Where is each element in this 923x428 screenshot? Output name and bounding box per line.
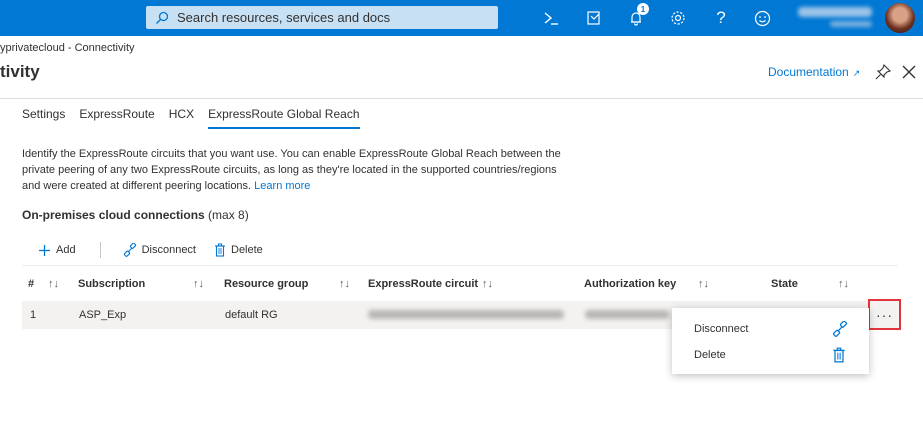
documentation-label: Documentation <box>768 65 849 79</box>
disconnect-label: Disconnect <box>141 244 196 256</box>
column-header-number[interactable]: # <box>28 278 34 290</box>
more-actions-button[interactable]: ··· <box>868 299 901 330</box>
account-name[interactable] <box>792 6 886 30</box>
delete-label: Delete <box>231 244 263 256</box>
directory-filter-icon[interactable] <box>583 7 605 29</box>
context-menu: Disconnect Delete <box>672 308 869 374</box>
toolbar-separator <box>99 242 101 258</box>
trash-icon[interactable] <box>832 347 848 363</box>
feedback-icon[interactable] <box>751 7 773 29</box>
tab-expressroute-global-reach[interactable]: ExpressRoute Global Reach <box>208 107 360 129</box>
tab-expressroute[interactable]: ExpressRoute <box>79 107 154 129</box>
account-directory-redacted <box>830 21 872 27</box>
notification-badge: 1 <box>637 3 649 15</box>
column-header-resource-group[interactable]: Resource group <box>224 278 308 290</box>
section-title-suffix: (max 8) <box>208 208 249 222</box>
sort-icon[interactable]: ↑↓ <box>698 278 709 290</box>
documentation-link[interactable]: Documentation ↗ <box>768 65 860 79</box>
tab-hcx[interactable]: HCX <box>169 107 194 129</box>
sort-icon[interactable]: ↑↓ <box>838 278 849 290</box>
settings-icon[interactable] <box>667 7 689 29</box>
search-icon <box>155 11 169 25</box>
tab-bar: Settings ExpressRoute HCX ExpressRoute G… <box>22 107 374 129</box>
section-title-label: On-premises cloud connections <box>22 208 205 222</box>
search-box[interactable]: Search resources, services and docs <box>146 6 498 29</box>
cell-expressroute-circuit-redacted <box>368 310 564 319</box>
cloud-shell-icon[interactable] <box>540 7 562 29</box>
avatar[interactable] <box>885 3 915 33</box>
column-header-subscription[interactable]: Subscription <box>78 278 145 290</box>
toolbar: Add Disconnect Delete <box>38 241 263 259</box>
search-placeholder: Search resources, services and docs <box>177 10 391 25</box>
notifications-icon[interactable]: 1 <box>625 3 649 29</box>
page-title: tivity <box>0 62 40 81</box>
sort-icon[interactable]: ↑↓ <box>482 278 493 290</box>
column-header-state[interactable]: State <box>771 278 798 290</box>
learn-more-link[interactable]: Learn more <box>254 180 310 192</box>
disconnect-button[interactable]: Disconnect <box>123 243 196 257</box>
section-title: On-premises cloud connections (max 8) <box>22 208 249 222</box>
account-name-redacted <box>798 7 872 17</box>
cell-authorization-key-redacted <box>585 310 669 319</box>
external-link-icon: ↗ <box>852 68 861 78</box>
add-button[interactable]: Add <box>38 244 76 257</box>
column-header-expressroute-circuit[interactable]: ExpressRoute circuit <box>368 278 478 290</box>
delete-button[interactable]: Delete <box>214 243 263 257</box>
sort-icon[interactable]: ↑↓ <box>48 278 59 290</box>
close-icon[interactable] <box>900 63 918 81</box>
tab-settings[interactable]: Settings <box>22 107 65 129</box>
sort-icon[interactable]: ↑↓ <box>193 278 204 290</box>
top-bar: Search resources, services and docs 1 ? <box>0 0 923 36</box>
toolbar-divider <box>22 265 898 266</box>
help-icon[interactable]: ? <box>710 7 732 29</box>
trash-icon <box>215 243 225 257</box>
disconnect-icon[interactable] <box>832 320 848 337</box>
menu-item-disconnect[interactable]: Disconnect <box>694 323 748 335</box>
column-header-authorization-key[interactable]: Authorization key <box>584 278 676 290</box>
sort-icon[interactable]: ↑↓ <box>339 278 350 290</box>
disconnect-icon <box>123 243 136 257</box>
pin-icon[interactable] <box>874 63 892 81</box>
plus-icon <box>39 244 50 256</box>
cell-number: 1 <box>30 309 37 321</box>
cell-subscription: ASP_Exp <box>79 309 127 321</box>
add-label: Add <box>56 244 76 256</box>
menu-item-delete[interactable]: Delete <box>694 349 726 361</box>
header-divider <box>0 98 923 99</box>
cell-resource-group: default RG <box>225 309 278 321</box>
breadcrumb[interactable]: yprivatecloud - Connectivity <box>0 42 135 54</box>
description: Identify the ExpressRoute circuits that … <box>22 146 562 194</box>
